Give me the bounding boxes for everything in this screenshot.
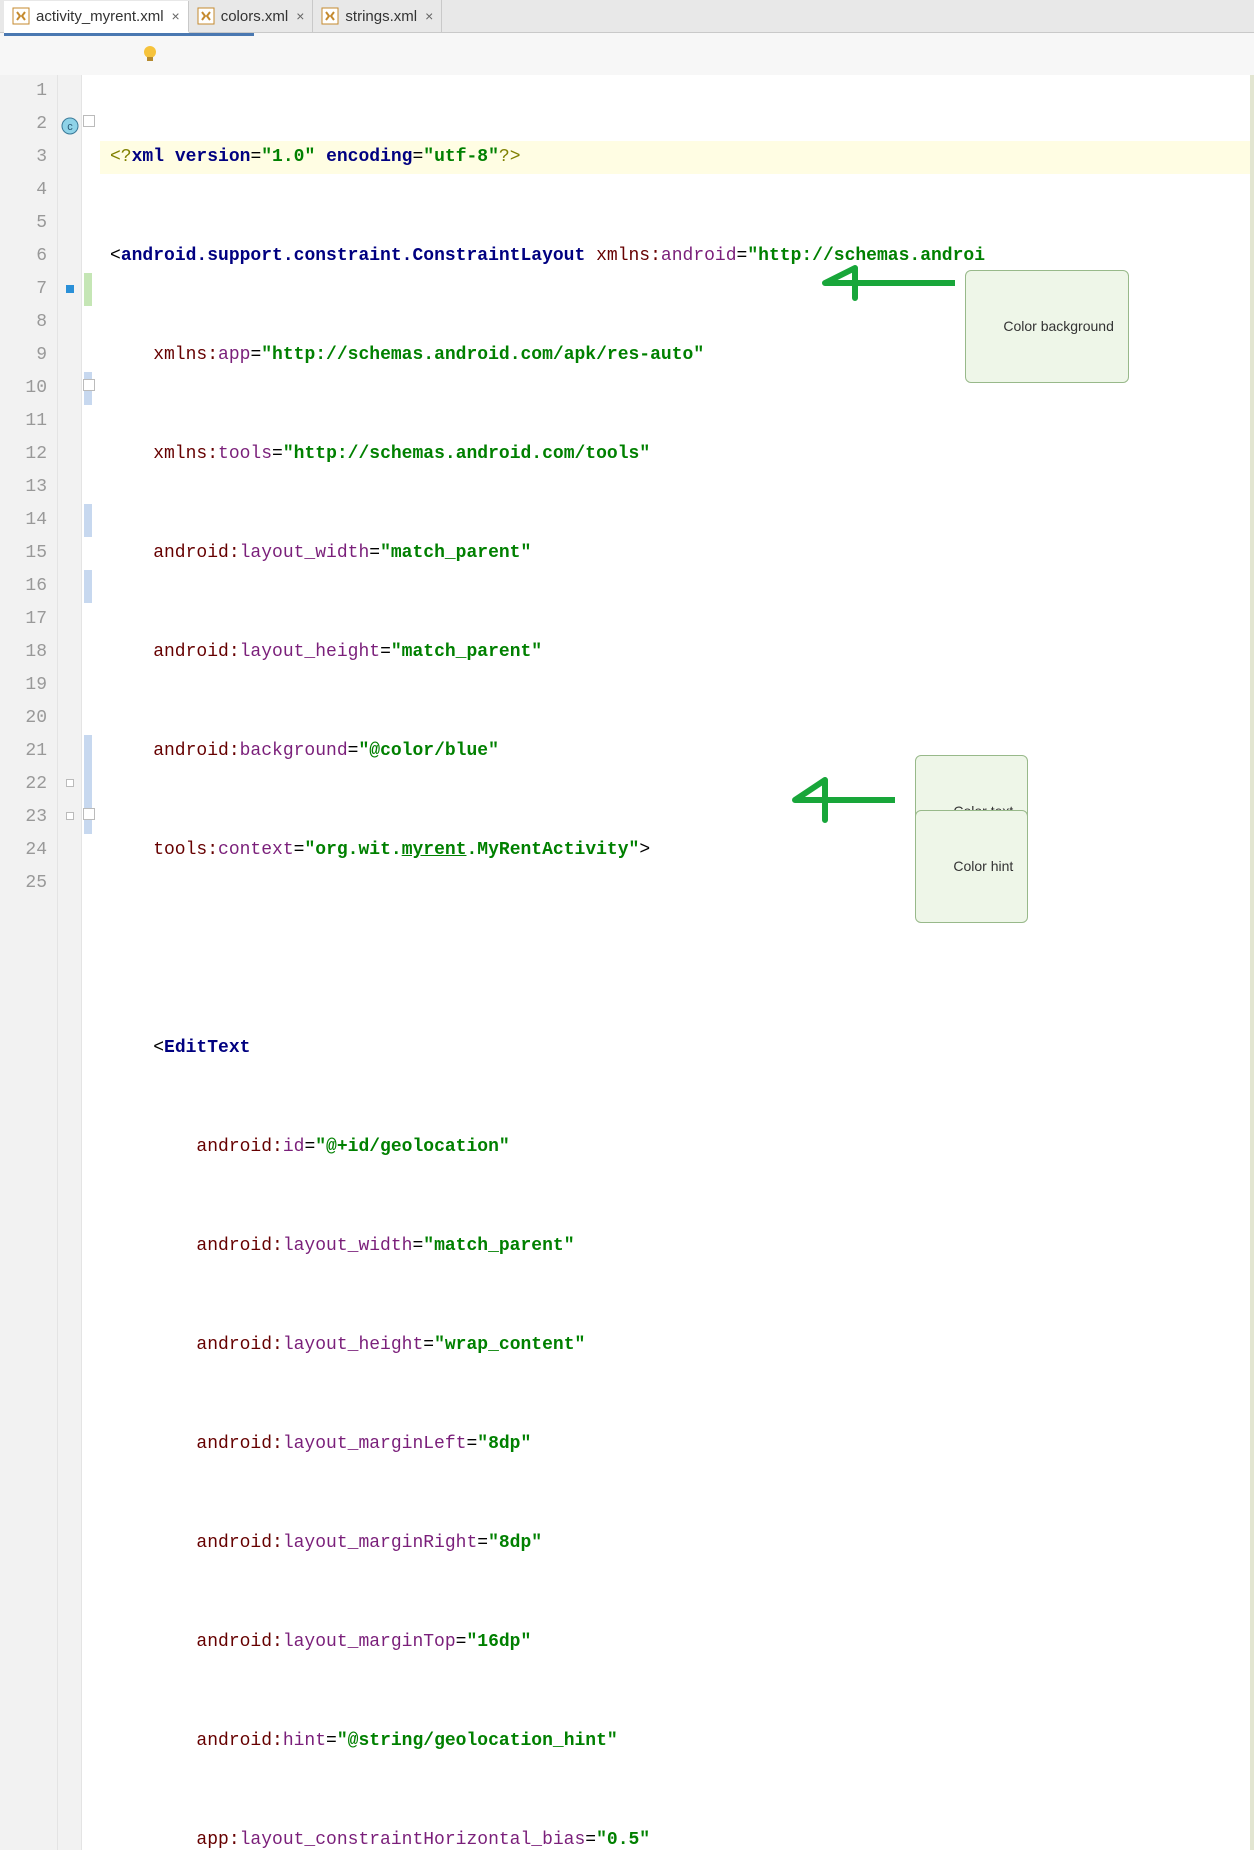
- line-number: 3: [0, 141, 47, 174]
- code-line[interactable]: android:layout_width="match_parent": [100, 537, 1254, 570]
- tab-strings[interactable]: strings.xml ×: [313, 0, 442, 32]
- close-icon[interactable]: ×: [425, 8, 433, 24]
- line-number: 6: [0, 240, 47, 273]
- color-swatch-icon[interactable]: [66, 812, 74, 820]
- code-line[interactable]: xmlns:tools="http://schemas.android.com/…: [100, 438, 1254, 471]
- arrow-annotation-icon: [790, 770, 900, 830]
- line-number: 13: [0, 471, 47, 504]
- line-number: 14: [0, 504, 47, 537]
- light-bulb-icon[interactable]: [140, 44, 160, 64]
- gutter-marks: c: [58, 75, 82, 1850]
- change-marker: [84, 570, 92, 603]
- code-line[interactable]: android:background="@color/blue": [100, 735, 1254, 768]
- code-line[interactable]: <EditText: [100, 1032, 1254, 1065]
- code-editor[interactable]: 1 2 3 4 5 6 7 8 9 10 11 12 13 14 15 16 1…: [0, 75, 1254, 1850]
- line-number: 15: [0, 537, 47, 570]
- tab-label: colors.xml: [221, 8, 289, 25]
- code-line[interactable]: android:id="@+id/geolocation": [100, 1131, 1254, 1164]
- line-number: 19: [0, 669, 47, 702]
- code-line[interactable]: [100, 933, 1254, 966]
- fold-gutter: [82, 75, 100, 1850]
- fold-toggle-icon[interactable]: [83, 808, 95, 820]
- line-number-gutter: 1 2 3 4 5 6 7 8 9 10 11 12 13 14 15 16 1…: [0, 75, 58, 1850]
- line-number: 22: [0, 768, 47, 801]
- annotation-color-hint: Color hint: [915, 810, 1028, 923]
- code-line[interactable]: <android.support.constraint.ConstraintLa…: [100, 240, 1254, 273]
- xml-file-icon: [197, 7, 215, 25]
- close-icon[interactable]: ×: [172, 8, 180, 24]
- svg-text:c: c: [67, 121, 73, 133]
- line-number: 5: [0, 207, 47, 240]
- code-line[interactable]: android:layout_marginLeft="8dp": [100, 1428, 1254, 1461]
- code-line[interactable]: <?xml version="1.0" encoding="utf-8"?>: [100, 141, 1254, 174]
- fold-toggle-icon[interactable]: [83, 115, 95, 127]
- xml-file-icon: [12, 7, 30, 25]
- line-number: 24: [0, 834, 47, 867]
- arrow-annotation-icon: [820, 263, 960, 303]
- tab-colors[interactable]: colors.xml ×: [189, 0, 314, 32]
- annotation-color-background: Color background: [965, 270, 1129, 383]
- line-number: 7: [0, 273, 47, 306]
- code-line[interactable]: tools:context="org.wit.myrent.MyRentActi…: [100, 834, 1254, 867]
- code-line[interactable]: android:layout_width="match_parent": [100, 1230, 1254, 1263]
- change-marker: [84, 504, 92, 537]
- vertical-scrollbar[interactable]: [1250, 75, 1254, 1850]
- line-number: 18: [0, 636, 47, 669]
- color-swatch-icon[interactable]: [66, 285, 74, 293]
- line-number: 12: [0, 438, 47, 471]
- line-number: 21: [0, 735, 47, 768]
- xml-file-icon: [321, 7, 339, 25]
- line-number: 20: [0, 702, 47, 735]
- active-tab-underline: [4, 33, 254, 36]
- line-number: 8: [0, 306, 47, 339]
- tab-label: activity_myrent.xml: [36, 8, 164, 25]
- line-number: 11: [0, 405, 47, 438]
- line-number: 4: [0, 174, 47, 207]
- line-number: 9: [0, 339, 47, 372]
- code-line[interactable]: android:layout_marginTop="16dp": [100, 1626, 1254, 1659]
- code-line[interactable]: android:hint="@string/geolocation_hint": [100, 1725, 1254, 1758]
- line-number: 10: [0, 372, 47, 405]
- tab-bar: activity_myrent.xml × colors.xml × strin…: [0, 0, 1254, 33]
- code-area[interactable]: <?xml version="1.0" encoding="utf-8"?> <…: [100, 75, 1254, 1850]
- code-line[interactable]: app:layout_constraintHorizontal_bias="0.…: [100, 1824, 1254, 1850]
- line-number: 1: [0, 75, 47, 108]
- change-marker: [84, 273, 92, 306]
- class-icon[interactable]: c: [61, 115, 79, 133]
- line-number: 17: [0, 603, 47, 636]
- code-line[interactable]: android:layout_height="match_parent": [100, 636, 1254, 669]
- line-number: 2: [0, 108, 47, 141]
- code-line[interactable]: android:layout_marginRight="8dp": [100, 1527, 1254, 1560]
- code-line[interactable]: android:layout_height="wrap_content": [100, 1329, 1254, 1362]
- fold-toggle-icon[interactable]: [83, 379, 95, 391]
- tab-label: strings.xml: [345, 8, 417, 25]
- close-icon[interactable]: ×: [296, 8, 304, 24]
- hint-row: [0, 33, 1254, 75]
- line-number: 25: [0, 867, 47, 900]
- tab-activity-myrent[interactable]: activity_myrent.xml ×: [4, 1, 189, 33]
- color-swatch-icon[interactable]: [66, 779, 74, 787]
- line-number: 16: [0, 570, 47, 603]
- line-number: 23: [0, 801, 47, 834]
